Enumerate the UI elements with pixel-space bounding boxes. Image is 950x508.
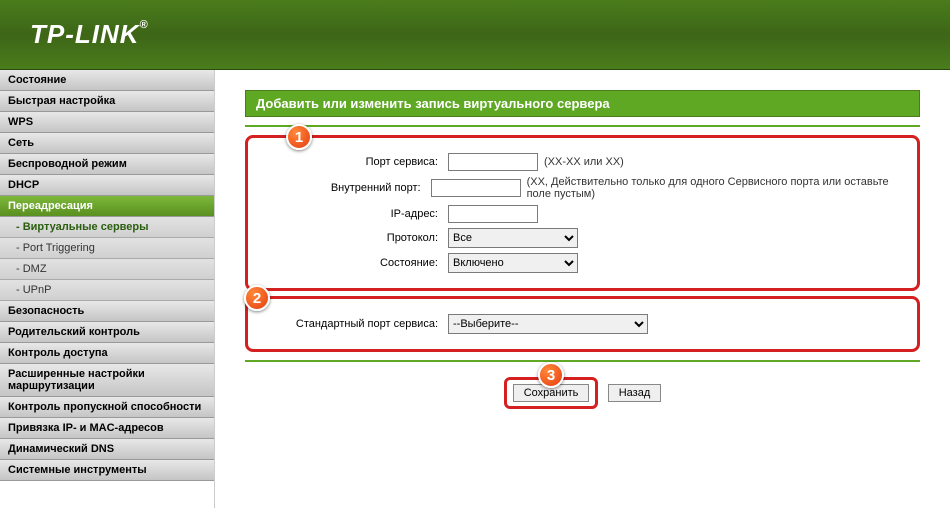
menu-parental[interactable]: Родительский контроль <box>0 322 214 343</box>
menu-access-control[interactable]: Контроль доступа <box>0 343 214 364</box>
menu-status[interactable]: Состояние <box>0 70 214 91</box>
submenu-virtual-servers[interactable]: - Виртуальные серверы <box>0 217 214 238</box>
sidebar: Состояние Быстрая настройка WPS Сеть Бес… <box>0 70 215 508</box>
label-ip-address: IP-адрес: <box>308 208 448 220</box>
input-service-port[interactable] <box>448 153 538 171</box>
badge-1: 1 <box>286 124 312 150</box>
back-button[interactable]: Назад <box>608 384 662 402</box>
input-ip-address[interactable] <box>448 205 538 223</box>
menu-security[interactable]: Безопасность <box>0 301 214 322</box>
brand-logo: TP-LINK® <box>30 19 149 50</box>
button-row: 3 Сохранить Назад <box>245 377 920 409</box>
submenu-upnp[interactable]: - UPnP <box>0 280 214 301</box>
header: TP-LINK® <box>0 0 950 70</box>
label-common-port: Стандартный порт сервиса: <box>278 318 448 330</box>
menu-forwarding[interactable]: Переадресация <box>0 196 214 217</box>
badge-2: 2 <box>244 285 270 311</box>
input-internal-port[interactable] <box>431 179 521 197</box>
form-group-2: 2 Стандартный порт сервиса: --Выберите-- <box>245 296 920 352</box>
page-title: Добавить или изменить запись виртуальног… <box>245 90 920 117</box>
menu-network[interactable]: Сеть <box>0 133 214 154</box>
content: Добавить или изменить запись виртуальног… <box>215 70 950 508</box>
menu-ddns[interactable]: Динамический DNS <box>0 439 214 460</box>
menu-wps[interactable]: WPS <box>0 112 214 133</box>
menu-ip-mac[interactable]: Привязка IP- и MAC-адресов <box>0 418 214 439</box>
select-status[interactable]: Включено <box>448 253 578 273</box>
menu-quick-setup[interactable]: Быстрая настройка <box>0 91 214 112</box>
save-highlight: 3 Сохранить <box>504 377 599 409</box>
label-internal-port: Внутренний порт: <box>308 182 431 194</box>
badge-3: 3 <box>538 362 564 388</box>
menu-wireless[interactable]: Беспроводной режим <box>0 154 214 175</box>
submenu-port-triggering[interactable]: - Port Triggering <box>0 238 214 259</box>
menu-dhcp[interactable]: DHCP <box>0 175 214 196</box>
submenu-dmz[interactable]: - DMZ <box>0 259 214 280</box>
label-service-port: Порт сервиса: <box>308 156 448 168</box>
main-container: Состояние Быстрая настройка WPS Сеть Бес… <box>0 70 950 508</box>
divider <box>245 125 920 127</box>
menu-bandwidth[interactable]: Контроль пропускной способности <box>0 397 214 418</box>
label-protocol: Протокол: <box>308 232 448 244</box>
hint-internal-port: (XX, Действительно только для одного Сер… <box>527 176 902 200</box>
menu-adv-routing[interactable]: Расширенные настройки маршрутизации <box>0 364 214 397</box>
label-status: Состояние: <box>308 257 448 269</box>
hint-service-port: (XX-XX или XX) <box>544 156 624 168</box>
select-common-port[interactable]: --Выберите-- <box>448 314 648 334</box>
select-protocol[interactable]: Все <box>448 228 578 248</box>
form-group-1: 1 Порт сервиса: (XX-XX или XX) Внутренни… <box>245 135 920 291</box>
divider-2 <box>245 360 920 362</box>
menu-system-tools[interactable]: Системные инструменты <box>0 460 214 481</box>
